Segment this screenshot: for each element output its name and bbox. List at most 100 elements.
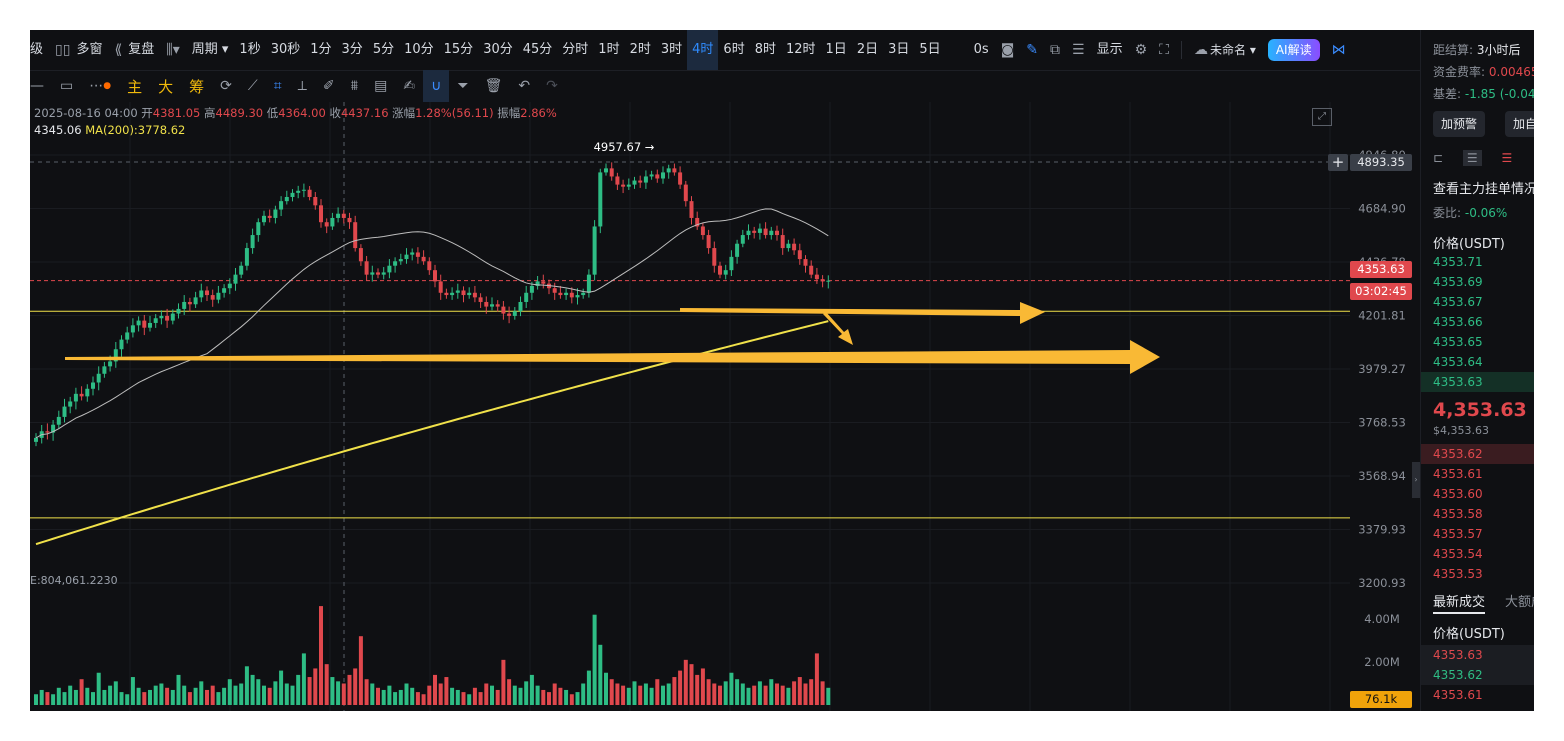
level-partial[interactable]: 级 — [30, 30, 49, 70]
interval-1[interactable]: 30秒 — [266, 30, 306, 70]
candle-body — [148, 322, 152, 328]
filter-icon[interactable]: ⏷ — [449, 70, 476, 102]
undo-icon[interactable]: ↶ — [510, 70, 538, 102]
pattern-icon[interactable]: ⩩ — [343, 70, 366, 102]
multi-window-button[interactable]: 多窗 — [70, 30, 108, 70]
candle-body — [210, 295, 215, 300]
interval-0[interactable]: 1秒 — [234, 30, 265, 70]
main-indicator-button[interactable]: 主 — [119, 76, 150, 97]
volume-bar — [233, 685, 238, 705]
candle-body — [433, 270, 437, 282]
period-dropdown[interactable]: 周期 ▾ — [186, 30, 235, 70]
candle-body — [661, 172, 665, 179]
big-trades-tab[interactable]: 大额成 — [1505, 591, 1534, 610]
book-split-icon[interactable]: ☰ — [1462, 150, 1482, 166]
interval-5[interactable]: 10分 — [399, 30, 439, 70]
interval-10[interactable]: 1时 — [593, 30, 624, 70]
interval-14[interactable]: 6时 — [718, 30, 749, 70]
latest-trades-tab[interactable]: 最新成交 — [1433, 591, 1485, 610]
interval-2[interactable]: 1分 — [305, 30, 336, 70]
interval-6[interactable]: 15分 — [439, 30, 479, 70]
expand-chart-icon[interactable]: ⤢ — [1312, 108, 1332, 126]
display-button[interactable]: 显示 — [1091, 30, 1129, 70]
interval-12[interactable]: 3时 — [656, 30, 687, 70]
brush-icon[interactable]: ✐ — [315, 70, 343, 102]
line-tool-icon[interactable]: — — [30, 70, 52, 102]
interval-9[interactable]: 分时 — [557, 30, 593, 70]
candle-body — [239, 265, 244, 275]
volume-bar — [763, 685, 768, 705]
bid-row[interactable]: 4353.61 — [1421, 464, 1534, 484]
book-both-icon[interactable]: ⊏ — [1433, 151, 1443, 165]
cursor-tool-icon[interactable]: ⌗ — [266, 70, 290, 102]
indicator-icon[interactable]: ⟳ — [212, 70, 240, 102]
bid-row[interactable]: 4353.60 — [1421, 484, 1534, 504]
compare-icon[interactable]: ⟋ — [240, 70, 266, 102]
interval-18[interactable]: 2日 — [852, 30, 883, 70]
ask-row[interactable]: 4353.66 — [1421, 312, 1534, 332]
trash-icon[interactable]: 🗑 — [477, 70, 511, 102]
interval-17[interactable]: 1日 — [821, 30, 852, 70]
zero-s-button[interactable]: 0s — [968, 30, 995, 70]
settle-row: 距结算: 3小时后 — [1433, 43, 1521, 57]
bid-row[interactable]: 4353.53 — [1421, 564, 1534, 584]
candle-body — [165, 315, 170, 321]
chip-button[interactable]: 筹 — [181, 76, 212, 97]
interval-7[interactable]: 30分 — [478, 30, 518, 70]
rect-tool-icon[interactable]: ▭ — [52, 70, 81, 102]
ai-interpret-button[interactable]: AI解读 — [1267, 39, 1320, 61]
ma200-value: MA(200):3778.62 — [85, 123, 186, 137]
bid-row[interactable]: 4353.54 — [1421, 544, 1534, 564]
pen-icon[interactable]: ✎ — [1020, 30, 1044, 70]
clipboard-icon[interactable]: ▤ — [366, 70, 395, 102]
replay-button[interactable]: 复盘 — [122, 30, 160, 70]
volume-bar — [564, 689, 569, 705]
candle-body — [672, 168, 677, 173]
ask-row[interactable]: 4353.67 — [1421, 292, 1534, 312]
menu-icon[interactable]: ☰ — [1066, 30, 1091, 70]
magnet-icon[interactable]: ∪ — [423, 70, 450, 102]
interval-4[interactable]: 5分 — [368, 30, 399, 70]
ask-row[interactable]: 4353.64 — [1421, 352, 1534, 372]
ask-row[interactable]: 4353.65 — [1421, 332, 1534, 352]
redo-icon[interactable]: ↷ — [538, 70, 566, 102]
candlestick-chart[interactable]: 4946.804684.904436.784201.813979.273768.… — [30, 102, 1420, 711]
candle-body — [626, 184, 631, 187]
volume-bar — [165, 687, 170, 705]
more-tools-icon[interactable]: ⋯● — [81, 70, 119, 102]
share-icon[interactable]: ⋈ — [1326, 30, 1352, 70]
last-price-box: 4353.63 — [1350, 261, 1412, 278]
interval-3[interactable]: 3分 — [337, 30, 368, 70]
interval-19[interactable]: 3日 — [883, 30, 914, 70]
book-list-icon[interactable]: ☰ — [1501, 151, 1512, 165]
panel-collapse-handle[interactable]: › — [1412, 462, 1420, 498]
add-watch-button[interactable]: 加自 — [1505, 111, 1534, 137]
interval-15[interactable]: 8时 — [750, 30, 781, 70]
bid-row[interactable]: 4353.58 — [1421, 504, 1534, 524]
camera-icon[interactable]: ◙ — [995, 30, 1021, 70]
settings-icon[interactable]: ⚙ — [1129, 30, 1154, 70]
ask-row[interactable]: 4353.69 — [1421, 272, 1534, 292]
candle-type-icon[interactable]: ⫼▾ — [160, 30, 185, 70]
interval-16[interactable]: 12时 — [781, 30, 821, 70]
fullscreen-icon[interactable]: ⛶ — [1153, 30, 1175, 70]
ask-row[interactable]: 4353.63 — [1421, 372, 1534, 392]
candle-body — [233, 274, 238, 284]
popout-icon[interactable]: ⧉ — [1044, 30, 1066, 70]
ruler-icon[interactable]: ⟂ — [290, 70, 315, 102]
orders-title[interactable]: 查看主力挂单情况 — [1433, 178, 1534, 197]
interval-11[interactable]: 2时 — [625, 30, 656, 70]
add-alert-button[interactable]: 加预警 — [1433, 111, 1486, 137]
bid-row[interactable]: 4353.57 — [1421, 524, 1534, 544]
ask-row[interactable]: 4353.71 — [1421, 252, 1534, 272]
interval-8[interactable]: 45分 — [518, 30, 558, 70]
candle-body — [820, 279, 825, 282]
candle-body — [512, 311, 517, 316]
layout-name-dropdown[interactable]: 未命名 ▾ — [1210, 30, 1262, 70]
add-alert-plus-icon[interactable]: + — [1328, 154, 1348, 171]
big-order-button[interactable]: 大 — [150, 76, 181, 97]
note-icon[interactable]: ✍ — [395, 70, 423, 102]
bid-row[interactable]: 4353.62 — [1421, 444, 1534, 464]
interval-20[interactable]: 5日 — [914, 30, 945, 70]
interval-13[interactable]: 4时 — [687, 30, 719, 70]
